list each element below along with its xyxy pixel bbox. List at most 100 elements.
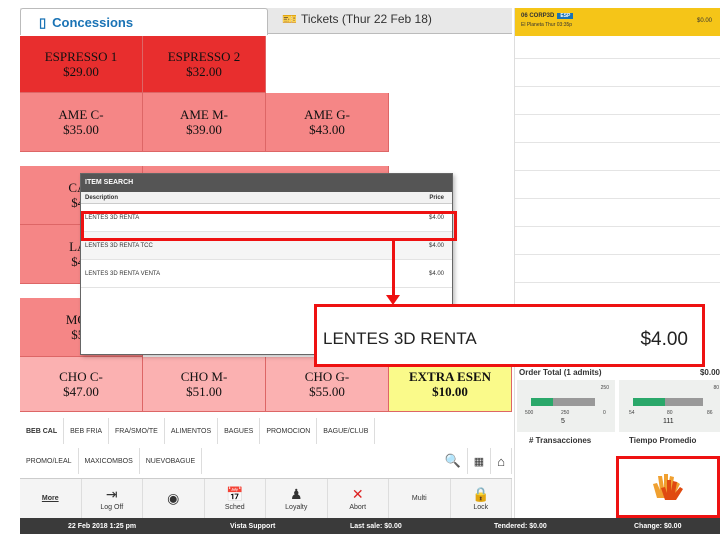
log-off-label: Log Off (100, 504, 124, 511)
tile-name: AME G- (304, 107, 350, 122)
tab-concessions[interactable]: ▯ Concessions (20, 8, 268, 35)
tile-name: CHO M- (180, 369, 228, 384)
status-tendered: Tendered: $0.00 (494, 522, 547, 530)
tab-bar: ▯ Concessions 🎫 Tickets (Thur 22 Feb 18) (20, 8, 512, 35)
order-divider (515, 226, 720, 227)
gauge-min: 500 (525, 410, 534, 416)
order-badge: ESP (557, 13, 574, 19)
search-icon[interactable]: 🔍 (439, 448, 468, 474)
order-divider (515, 282, 720, 283)
more-label: More (41, 495, 59, 502)
order-divider (515, 114, 720, 115)
result-desc: LENTES 3D RENTA TCC (85, 242, 153, 249)
col-description: Description (85, 194, 119, 201)
gauge-min: 54 (629, 410, 635, 416)
order-line-price: $0.00 (696, 18, 712, 24)
category-tab[interactable]: BAGUES (218, 418, 261, 444)
gauge-mid: 80 (667, 410, 673, 416)
zoom-price: $4.00 (640, 329, 688, 350)
order-divider (515, 170, 720, 171)
product-tile[interactable]: AME M- $39.00 (143, 93, 266, 152)
money-icon: ◉ (167, 489, 180, 506)
sched-button[interactable]: 📅 Sched (205, 479, 266, 518)
product-tile[interactable]: AME C- $35.00 (20, 93, 143, 152)
category-tab[interactable]: PROMOCION (260, 418, 318, 444)
home-icon[interactable]: ⌂ (491, 448, 512, 474)
tab-tickets[interactable]: 🎫 Tickets (Thur 22 Feb 18) (282, 12, 432, 26)
user-icon: ♟ (289, 486, 303, 502)
close-icon: ✕ (351, 486, 364, 502)
dialog-title: ITEM SEARCH (81, 174, 452, 192)
ticket-icon: 🎫 (282, 12, 297, 26)
category-tab[interactable]: BEB CAL (20, 418, 65, 444)
category-tab[interactable]: BAGUE/CLUB (317, 418, 376, 444)
category-tab[interactable]: FRA/SMO/TE (109, 418, 165, 444)
tile-name: CHO C- (59, 369, 103, 384)
tile-name: AME M- (179, 107, 229, 122)
tile-price: $51.00 (186, 384, 222, 399)
category-tab[interactable]: NUEVOBAGUE (140, 448, 203, 474)
product-tile[interactable]: AME G- $43.00 (266, 93, 389, 152)
lock-icon: 🔒 (472, 486, 490, 502)
product-tile[interactable]: CHO M- $51.00 (143, 357, 266, 412)
product-tile[interactable]: CHO C- $47.00 (20, 357, 143, 412)
category-row: BEB CAL BEB FRIA FRA/SMO/TE ALIMENTOS BA… (20, 418, 376, 444)
money-button[interactable]: ◉ (143, 479, 205, 518)
multi-button[interactable]: Multi (389, 479, 451, 518)
order-divider (515, 254, 720, 255)
category-tab[interactable]: BEB FRIA (64, 418, 110, 444)
gauge-fill (633, 398, 665, 406)
barcode-icon[interactable]: ▦ (468, 448, 492, 474)
lock-button[interactable]: 🔒 Lock (451, 479, 512, 518)
loyalty-button[interactable]: ♟ Loyalty (266, 479, 328, 518)
tile-price: $43.00 (309, 122, 345, 137)
gauge-max: 86 (707, 410, 713, 416)
gauge-value: 111 (663, 418, 674, 425)
cup-icon: ▯ (39, 15, 47, 30)
gauge-title: Tiempo Promedio (629, 436, 697, 445)
tile-price: $47.00 (63, 384, 99, 399)
category-tab[interactable]: ALIMENTOS (165, 418, 219, 444)
tab-concessions-label: Concessions (52, 15, 134, 30)
order-header[interactable]: 06 CORP3D ESP El Planeta Thur 03:35p $0.0… (515, 8, 720, 36)
gauge-title: # Transacciones (529, 436, 592, 445)
zoom-callout: LENTES 3D RENTA $4.00 (314, 304, 705, 367)
gauge-value: 5 (561, 418, 565, 425)
log-off-button[interactable]: ⇥ Log Off (82, 479, 143, 518)
hand-icon (653, 474, 683, 500)
tab-tickets-label: Tickets (Thur 22 Feb 18) (300, 12, 432, 26)
status-support: Vista Support (230, 522, 276, 530)
abort-button[interactable]: ✕ Abort (328, 479, 389, 518)
category-tab[interactable]: PROMO/LEAL (20, 448, 79, 474)
more-button[interactable]: More (20, 479, 82, 518)
highlight-box (81, 211, 457, 241)
log-off-icon: ⇥ (105, 486, 118, 502)
tile-name: ESPRESSO 2 (167, 49, 241, 64)
tile-name: AME C- (58, 107, 104, 122)
action-toolbar: More ⇥ Log Off ◉ 📅 Sched ♟ Loyalty ✕ Abort M… (20, 478, 512, 518)
product-tile[interactable]: ESPRESSO 2 $32.00 (143, 36, 266, 93)
tile-price: $35.00 (63, 122, 99, 137)
status-date: 22 Feb 2018 1:25 pm (68, 522, 137, 530)
order-total-label: Order Total (1 admits) (519, 368, 602, 377)
col-price: Price (429, 194, 444, 201)
transactions-gauge: 250 500 250 0 5 (517, 380, 615, 432)
search-result-row[interactable]: LENTES 3D RENTA VENTA $4.00 (81, 260, 452, 288)
order-divider (515, 86, 720, 87)
category-row: PROMO/LEAL MAXICOMBOS NUEVOBAGUE 🔍 ▦ ⌂ (20, 448, 512, 474)
order-divider (515, 198, 720, 199)
category-tab[interactable]: MAXICOMBOS (79, 448, 140, 474)
order-divider (515, 142, 720, 143)
status-last-sale: Last sale: $0.00 (350, 522, 402, 530)
zoom-desc: LENTES 3D RENTA (323, 329, 477, 348)
tile-name: CHO G- (304, 369, 350, 384)
sched-label: Sched (224, 504, 245, 511)
pay-button[interactable] (616, 456, 720, 518)
abort-label: Abort (349, 504, 367, 511)
tile-price: $32.00 (186, 64, 222, 79)
lock-label: Lock (473, 504, 489, 511)
product-tile[interactable]: ESPRESSO 1 $29.00 (20, 36, 143, 93)
tile-price: $55.00 (309, 384, 345, 399)
result-price: $4.00 (428, 270, 444, 277)
tile-price: $39.00 (186, 122, 222, 137)
